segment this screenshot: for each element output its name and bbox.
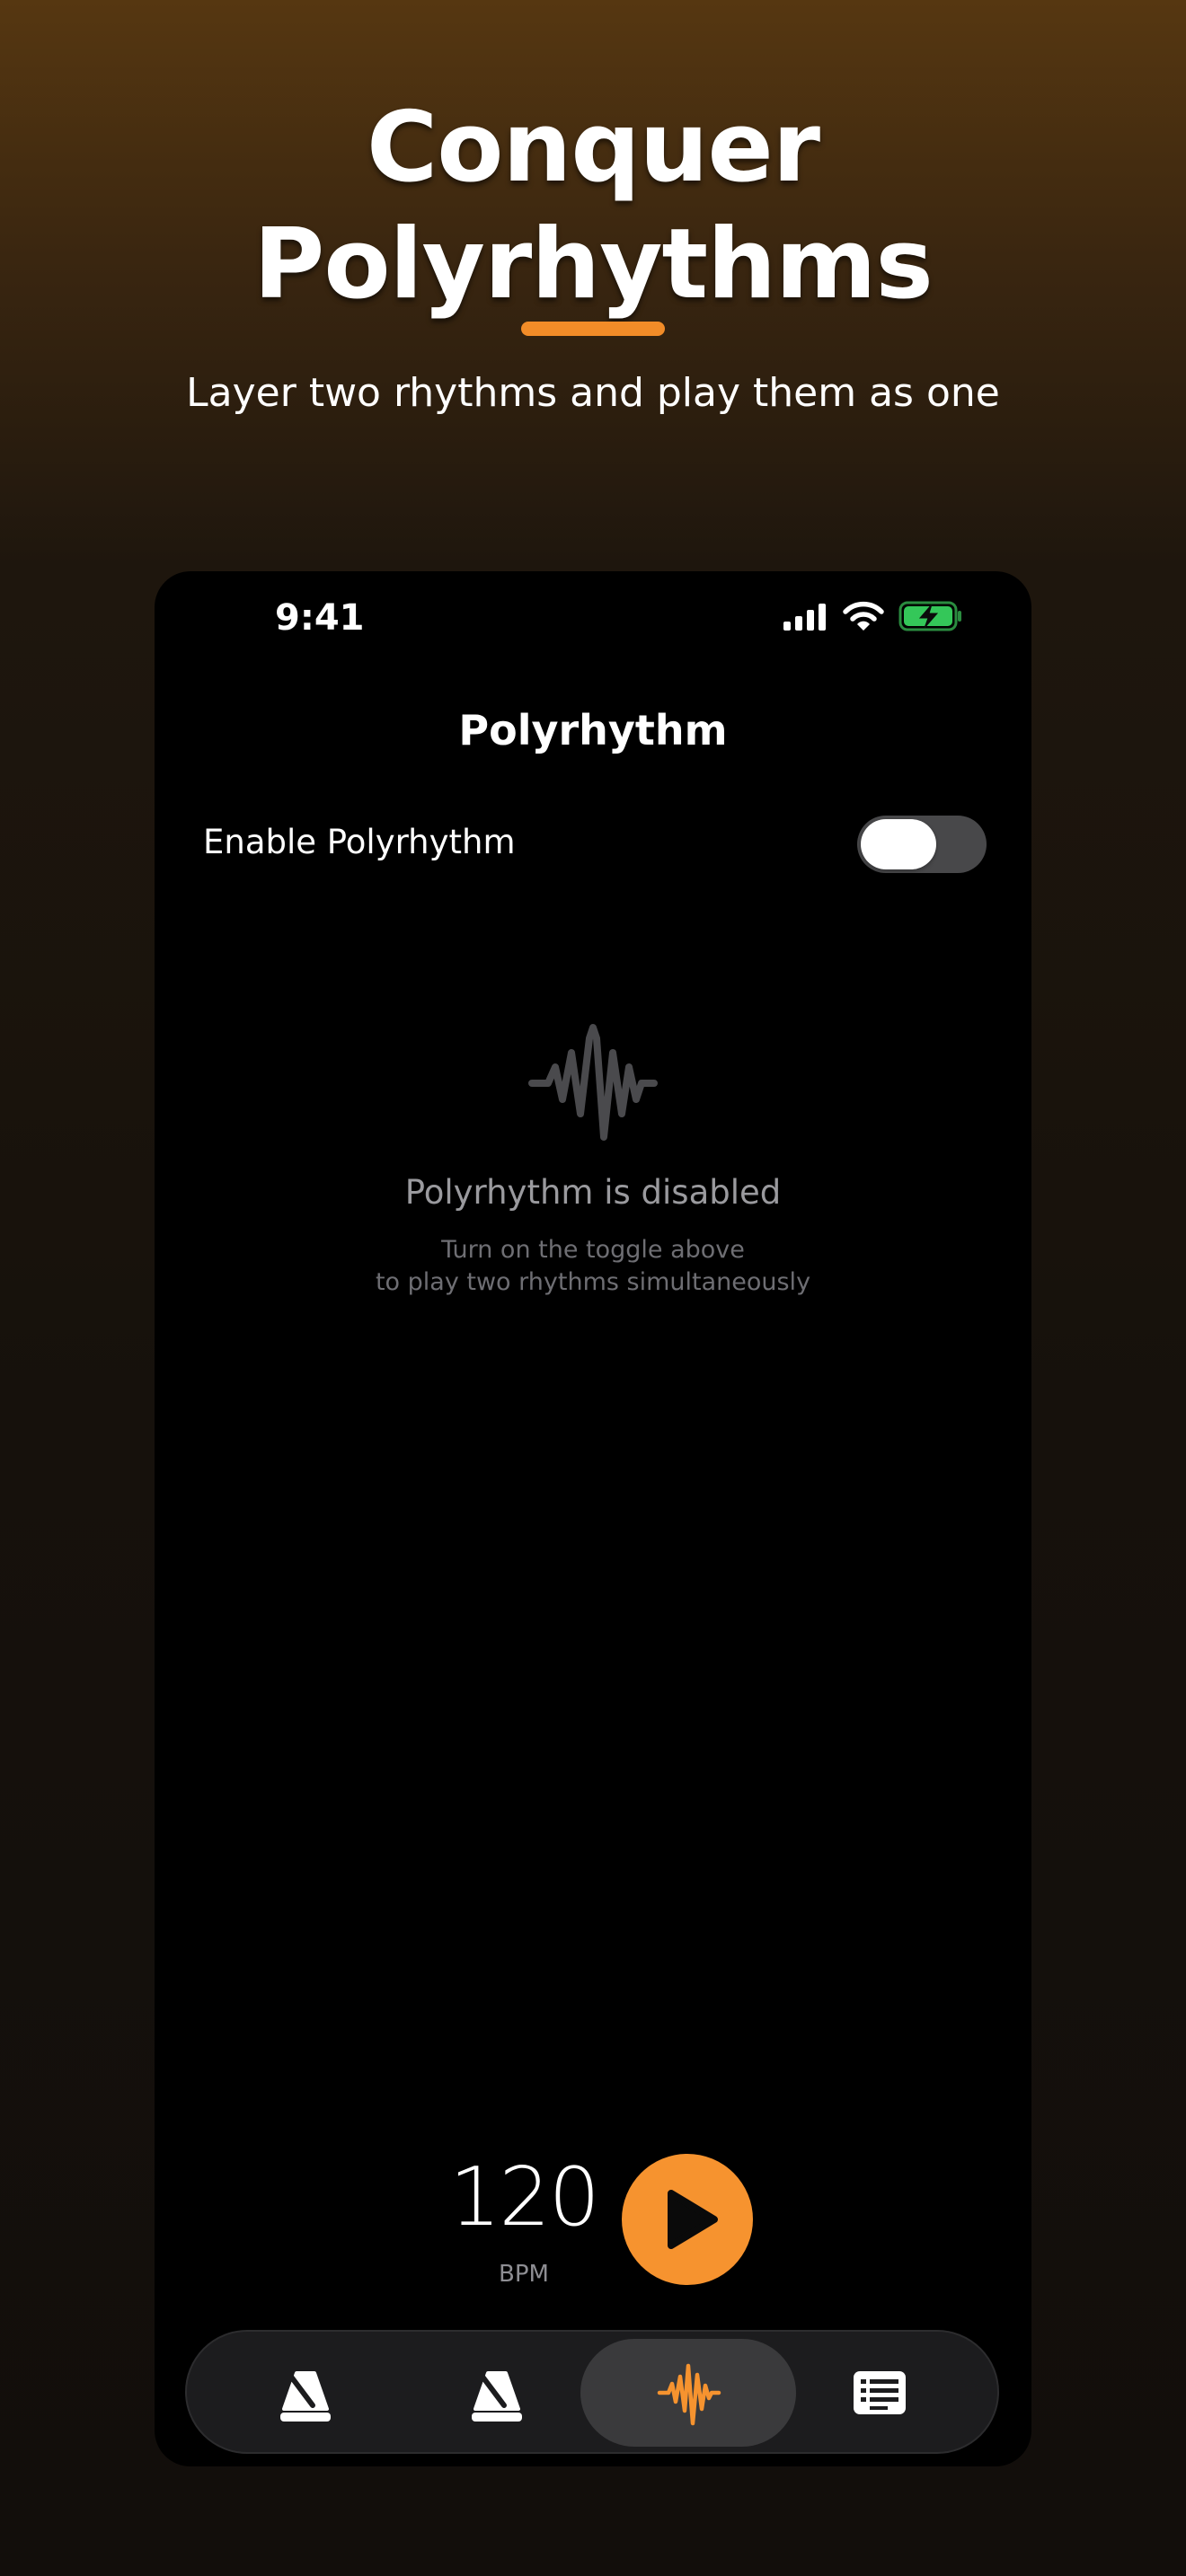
empty-state-hint-line-2: to play two rhythms simultaneously [375,1268,811,1296]
headline-subtitle: Layer two rhythms and play them as one [186,370,1000,416]
empty-state-hint-line-1: Turn on the toggle above [441,1236,745,1264]
metronome-icon [472,2371,522,2422]
tab-metronome-1[interactable] [198,2339,413,2447]
tab-metronome-2[interactable] [389,2339,605,2447]
play-button[interactable] [622,2154,753,2285]
tab-polyrhythm[interactable] [580,2339,796,2447]
waveform-icon [657,2363,721,2426]
battery-charging-icon [898,600,963,637]
enable-polyrhythm-label: Enable Polyrhythm [203,823,516,861]
metronome-icon [280,2371,331,2422]
status-icons [782,589,963,647]
tab-bar [185,2330,999,2454]
headline-line-1: Conquer [366,92,820,204]
play-icon [668,2190,718,2249]
cellular-signal-icon [782,602,828,635]
screen-title: Polyrhythm [458,706,728,754]
headline: Conquer Polyrhythms [0,90,1186,323]
status-time: 9:41 [275,597,365,639]
waveform-icon [528,1020,658,1146]
enable-polyrhythm-toggle[interactable] [857,816,987,873]
list-icon [854,2371,906,2414]
headline-underline [521,322,665,336]
headline-line-2: Polyrhythms [253,208,934,321]
phone-screen: 9:41 Polyrhythm Enable Polyrhythm Polyrh… [155,571,1031,2466]
bpm-value[interactable]: 120 [412,2148,636,2247]
tab-list[interactable] [771,2339,987,2447]
toggle-knob [861,819,936,869]
bpm-label: BPM [499,2261,549,2288]
empty-state-title: Polyrhythm is disabled [404,1173,782,1212]
wifi-icon [843,601,884,636]
